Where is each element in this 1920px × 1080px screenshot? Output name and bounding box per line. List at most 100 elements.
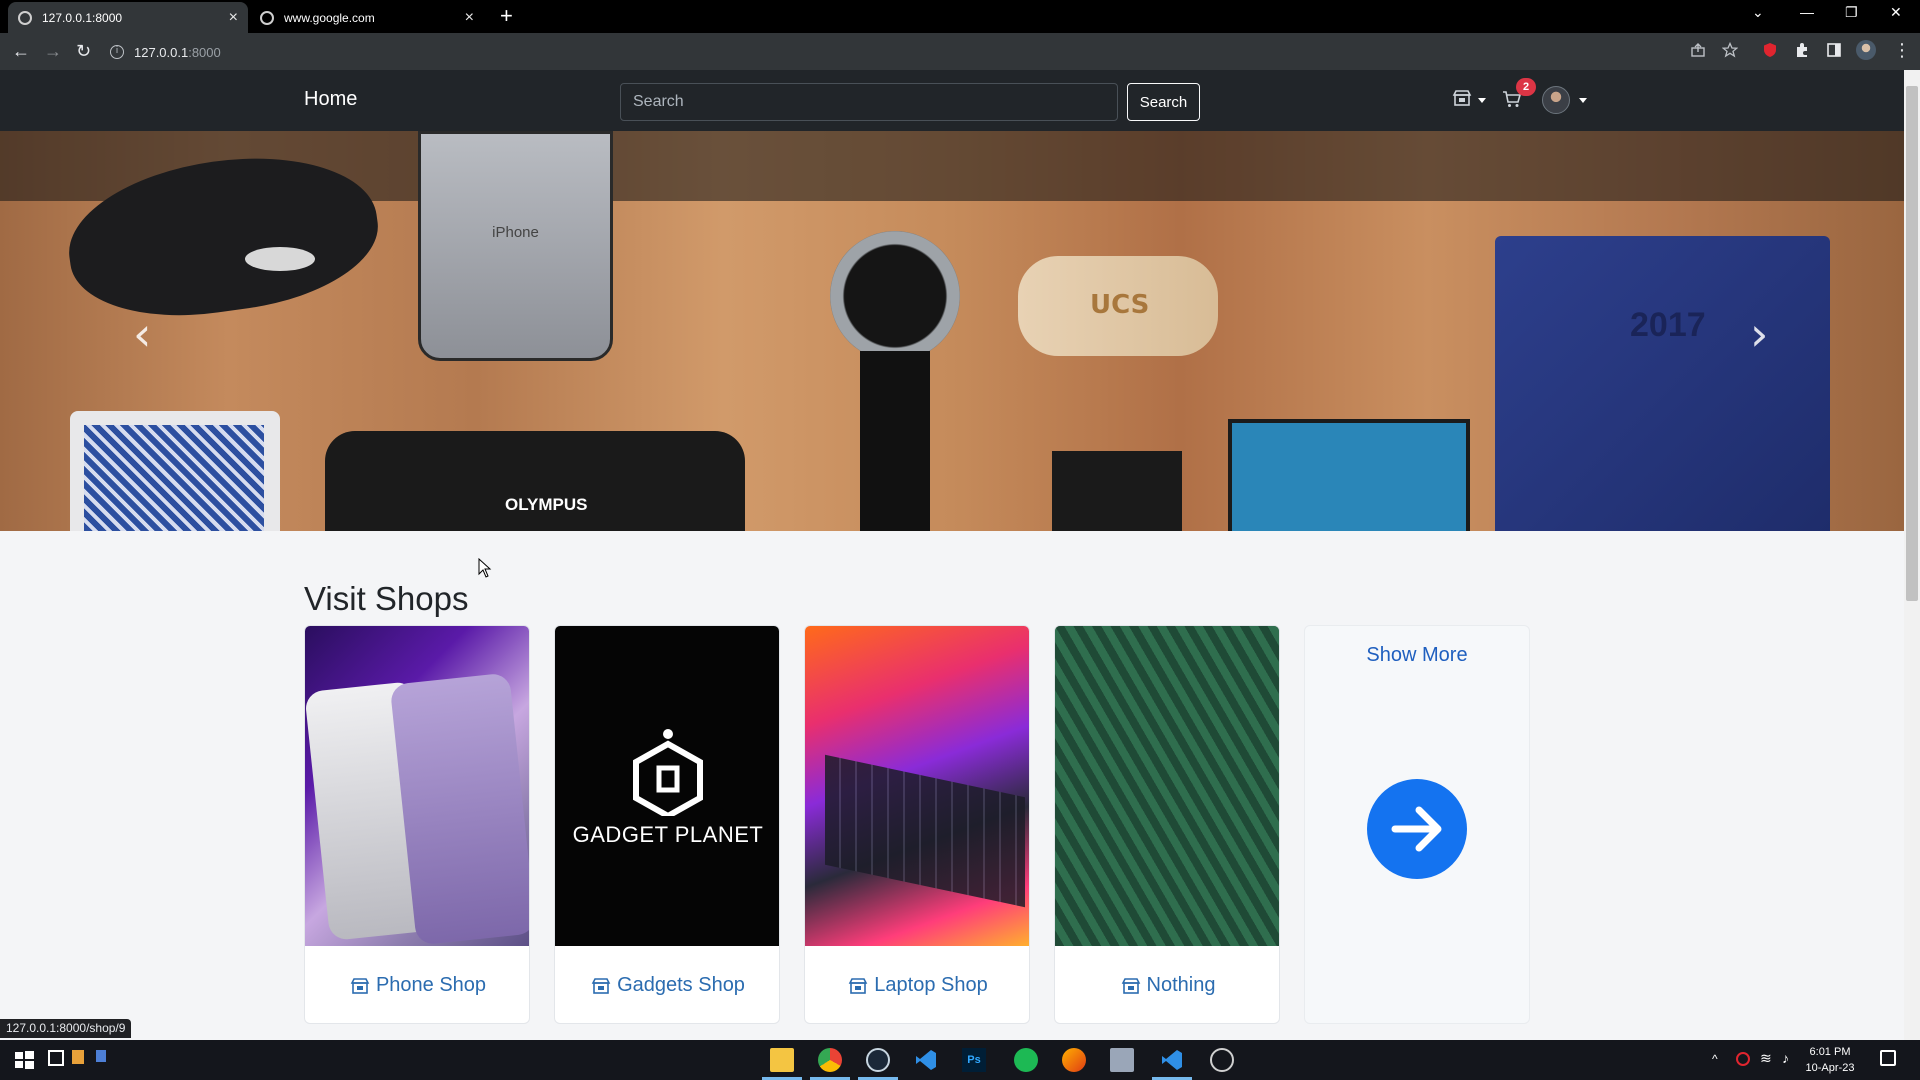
shop-name[interactable]: Gadgets Shop [617, 974, 745, 997]
carousel-prev-button[interactable]: ‹ [133, 311, 151, 357]
notification-icon[interactable] [1880, 1050, 1896, 1066]
steam-icon[interactable] [866, 1048, 890, 1072]
globe-icon [260, 10, 274, 25]
photoshop-icon[interactable]: Ps [962, 1048, 986, 1072]
extension-shield-icon[interactable] [1762, 42, 1778, 58]
card-reader-image [1052, 451, 1182, 531]
search-input[interactable] [620, 83, 1118, 121]
nav-home-link[interactable]: Home [304, 88, 357, 111]
back-arrow-icon[interactable]: ← [12, 40, 30, 62]
close-icon[interactable]: × [229, 9, 238, 26]
notebook-year: 2017 [1630, 306, 1706, 344]
show-more-label[interactable]: Show More [1305, 644, 1529, 667]
address-port: :8000 [188, 44, 221, 60]
tab-search-icon[interactable]: ⌄ [1752, 4, 1764, 21]
show-more-card[interactable]: Show More [1304, 625, 1530, 1024]
address-bar[interactable]: i 127.0.0.1:8000 [110, 38, 1670, 66]
cart-count-badge: 2 [1516, 78, 1536, 96]
browser-toolbar: ← → ↻ i 127.0.0.1:8000 ⋮ [0, 33, 1920, 70]
site-navbar: Home Search 2 [0, 70, 1904, 131]
browser-tab-localhost[interactable]: 127.0.0.1:8000 × [8, 2, 248, 33]
arrow-right-icon [1391, 806, 1442, 852]
system-clock[interactable]: 6:01 PM 10-Apr-23 [1780, 1044, 1880, 1076]
notebook-image: 2017 [1495, 236, 1830, 531]
restore-button[interactable]: ❐ [1845, 4, 1858, 21]
shop-icon [1121, 977, 1140, 994]
info-icon[interactable]: i [110, 45, 124, 59]
usb-drive-image: UCS [1018, 256, 1218, 356]
nothing-shop-image [1055, 626, 1279, 946]
shop-card-gadgets[interactable]: GADGET PLANET Gadgets Shop [554, 625, 780, 1024]
iphone-image: iPhone [418, 131, 613, 361]
globe-icon [18, 10, 32, 25]
pinned-folder-icon[interactable] [72, 1050, 84, 1064]
usb-engraving: UCS [1090, 290, 1150, 320]
mouse-wheel-image [245, 247, 315, 271]
vscode-icon[interactable] [1160, 1048, 1184, 1072]
firefox-icon[interactable] [1062, 1048, 1086, 1072]
iphone-label: iPhone [492, 224, 539, 241]
user-avatar[interactable] [1542, 86, 1570, 114]
mouse-pointer-icon [478, 558, 492, 578]
tab-title: www.google.com [284, 10, 375, 25]
camera-brand-label: OLYMPUS [505, 495, 588, 514]
side-panel-icon[interactable] [1826, 42, 1842, 58]
carousel-next-button[interactable]: › [1750, 311, 1768, 357]
search-button[interactable]: Search [1127, 83, 1200, 121]
task-view-icon[interactable] [48, 1050, 64, 1066]
shop-card-nothing[interactable]: Nothing [1054, 625, 1280, 1024]
chevron-up-icon[interactable]: ^ [1712, 1052, 1718, 1066]
watch-strap-image [860, 351, 930, 531]
windows-start-icon[interactable] [12, 1048, 36, 1072]
new-tab-button[interactable]: + [500, 4, 513, 28]
window-close-button[interactable]: ✕ [1890, 4, 1902, 21]
watch-image [830, 231, 960, 361]
camera-image: OLYMPUS [325, 431, 745, 531]
browser-menu-icon[interactable]: ⋮ [1893, 39, 1911, 61]
browser-tab-strip: 127.0.0.1:8000 × www.google.com × + ⌄ — … [0, 0, 1920, 33]
forward-arrow-icon[interactable]: → [44, 40, 62, 62]
shop-icon [848, 977, 868, 994]
minimize-button[interactable]: — [1800, 4, 1814, 20]
arrow-circle-button[interactable] [1367, 779, 1467, 879]
windows-taskbar: Ps ^ ≋ ♪ [0, 1040, 1920, 1080]
profile-avatar-icon[interactable] [1856, 40, 1876, 60]
shop-name[interactable]: Nothing [1147, 974, 1216, 997]
gadgets-shop-image: GADGET PLANET [555, 626, 779, 946]
hero-carousel: iPhone OLYMPUS UCS 2017 ‹ › [0, 131, 1904, 531]
laptop-shop-image [805, 626, 1029, 946]
bookmark-star-icon[interactable] [1722, 42, 1738, 58]
obs-icon[interactable] [1210, 1048, 1234, 1072]
gadget-planet-logo-text: GADGET PLANET [572, 822, 764, 847]
share-icon[interactable] [1690, 42, 1706, 58]
close-icon[interactable]: × [465, 9, 474, 26]
status-url-tooltip: 127.0.0.1:8000/shop/9 [0, 1019, 132, 1038]
shop-card-laptop[interactable]: Laptop Shop [804, 625, 1030, 1024]
files-app-icon[interactable] [1110, 1048, 1134, 1072]
scrollbar-thumb[interactable] [1906, 86, 1918, 601]
phone-shop-image [305, 626, 529, 946]
pinned-app-icon[interactable] [96, 1050, 106, 1062]
clock-date: 10-Apr-23 [1805, 1062, 1855, 1074]
shop-card-phone[interactable]: Phone Shop [304, 625, 530, 1024]
reload-icon[interactable]: ↻ [76, 40, 91, 62]
shop-name[interactable]: Phone Shop [376, 974, 486, 997]
file-explorer-icon[interactable] [770, 1048, 794, 1072]
wifi-icon[interactable]: ≋ [1760, 1050, 1772, 1067]
shop-name[interactable]: Laptop Shop [874, 974, 987, 997]
shop-dropdown-icon[interactable] [1452, 89, 1472, 107]
chevron-down-icon [1478, 98, 1486, 103]
tray-app-icon[interactable] [1736, 1052, 1750, 1066]
spotify-icon[interactable] [1014, 1048, 1038, 1072]
chrome-icon[interactable] [818, 1048, 842, 1072]
browser-tab-google[interactable]: www.google.com × [250, 2, 484, 33]
playing-cards-image [70, 411, 280, 531]
shop-icon [591, 977, 611, 994]
hard-drive-image [1228, 419, 1470, 531]
clock-time: 6:01 PM [1809, 1046, 1851, 1058]
section-title: Visit Shops [304, 580, 469, 617]
extensions-puzzle-icon[interactable] [1794, 42, 1810, 58]
vscode-icon[interactable] [914, 1048, 938, 1072]
shop-icon [350, 977, 370, 994]
chevron-down-icon [1579, 98, 1587, 103]
